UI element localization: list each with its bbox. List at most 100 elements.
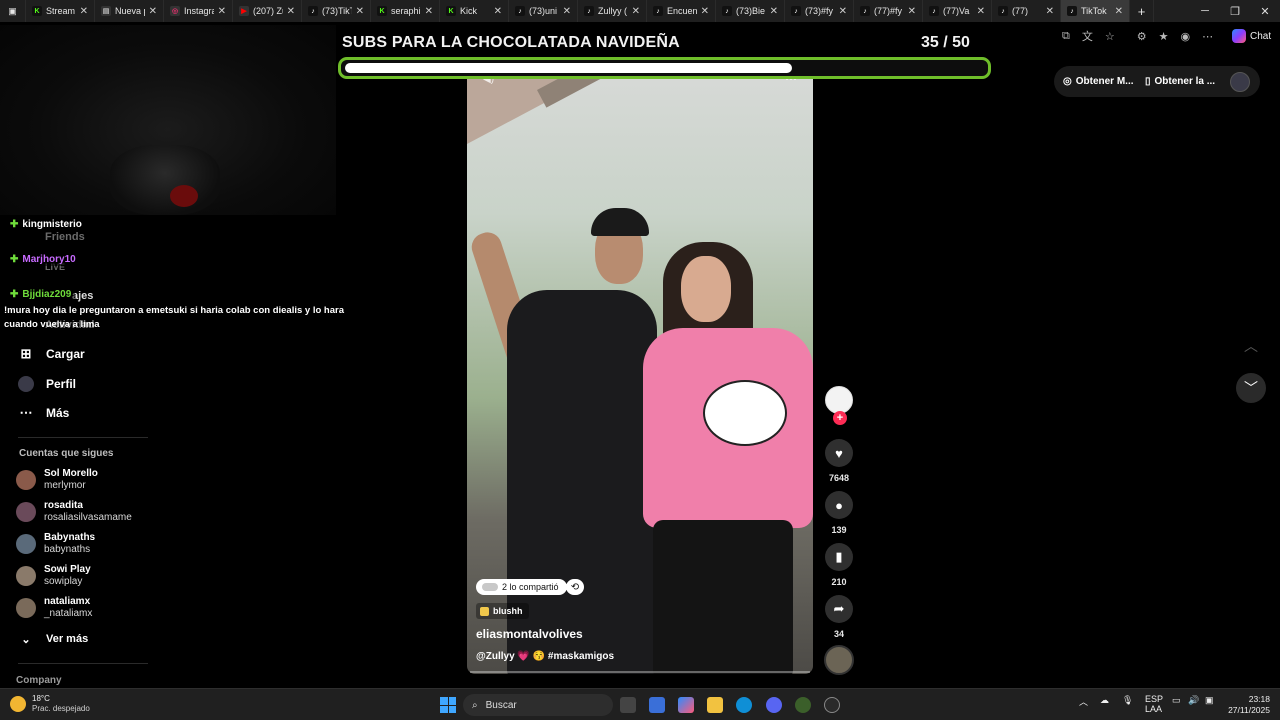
- like-button[interactable]: ♥: [825, 439, 853, 467]
- open-in-app-icon[interactable]: ⧉: [1062, 30, 1070, 43]
- extensions-icon[interactable]: ⚙: [1137, 30, 1147, 43]
- sidebar-item-messages[interactable]: ajes: [72, 290, 93, 302]
- restore-button[interactable]: ❐: [1220, 0, 1250, 22]
- sidebar-item-friends[interactable]: Friends: [45, 231, 85, 243]
- avatar: [16, 534, 36, 554]
- weather-sun-icon: [10, 696, 26, 712]
- mic-icon[interactable]: 🎙: [1122, 695, 1133, 706]
- sidebar-item-profile[interactable]: Perfil: [18, 376, 76, 392]
- music-disc-icon[interactable]: [824, 645, 854, 675]
- close-tab-icon[interactable]: ✕: [494, 6, 502, 17]
- close-window-button[interactable]: ✕: [1250, 0, 1280, 22]
- followed-account[interactable]: Babynaths babynaths: [16, 532, 95, 556]
- taskbar-search[interactable]: ⌕ Buscar: [463, 694, 613, 716]
- new-tab-button[interactable]: +: [1130, 0, 1154, 22]
- followed-account[interactable]: rosadita rosaliasilvasamame: [16, 500, 132, 524]
- browser-tab[interactable]: ♪ (77)#fy ✕: [854, 0, 923, 22]
- close-tab-icon[interactable]: ✕: [425, 6, 433, 17]
- taskbar-clock[interactable]: 23:18 27/11/2025: [1226, 694, 1270, 716]
- effect-tag[interactable]: blushh: [476, 603, 529, 619]
- followed-account[interactable]: Sowi Play sowiplay: [16, 564, 91, 588]
- windows-taskbar: 18°C Prac. despejado ⌕ Buscar ︿ ☁ 🎙 ESP …: [0, 688, 1280, 720]
- browser-tab[interactable]: ♪ Zullyy (✕: [578, 0, 647, 22]
- favorites-icon[interactable]: ★: [1159, 30, 1169, 43]
- browser-tab[interactable]: ▤ Nueva p ✕: [95, 0, 164, 22]
- close-tab-icon[interactable]: ✕: [977, 6, 985, 17]
- followed-account[interactable]: Sol Morello merlymor: [16, 468, 98, 492]
- tray-chevron-icon[interactable]: ︿: [1079, 695, 1088, 708]
- start-button[interactable]: [440, 697, 456, 713]
- browser-tab[interactable]: ♪ (73)uni ✕: [509, 0, 578, 22]
- follow-plus-icon[interactable]: +: [833, 411, 847, 425]
- sidebar-item-upload[interactable]: ⊞ Cargar: [18, 346, 85, 362]
- close-tab-icon[interactable]: ✕: [908, 6, 916, 17]
- browser-tab[interactable]: ▶ (207) Zu ✕: [233, 0, 302, 22]
- browser-tab[interactable]: ♪ Encuen ✕: [647, 0, 716, 22]
- minimize-button[interactable]: ─: [1190, 0, 1220, 22]
- network-icon[interactable]: ▭: [1172, 695, 1181, 706]
- close-tab-icon[interactable]: ✕: [701, 6, 709, 17]
- browser-tab[interactable]: K Kick ✕: [440, 0, 509, 22]
- browser-tab[interactable]: ♪ (73)Bie ✕: [716, 0, 785, 22]
- edge-icon[interactable]: [736, 697, 752, 713]
- close-tab-icon[interactable]: ✕: [632, 6, 640, 17]
- notification-icon[interactable]: ▣: [1205, 695, 1214, 706]
- favorite-star-icon[interactable]: ☆: [1105, 30, 1115, 43]
- volume-tray-icon[interactable]: 🔊: [1188, 695, 1199, 706]
- weather-widget[interactable]: 18°C Prac. despejado: [10, 694, 90, 714]
- previous-video-button[interactable]: ︿: [1236, 331, 1266, 361]
- video-hello-kitty-print: [703, 380, 787, 446]
- close-tab-icon[interactable]: ✕: [218, 6, 226, 17]
- browser-tab[interactable]: ◎ Instagra ✕: [164, 0, 233, 22]
- close-tab-icon[interactable]: ✕: [1115, 6, 1123, 17]
- next-video-button[interactable]: ﹀: [1236, 373, 1266, 403]
- close-tab-icon[interactable]: ✕: [839, 6, 847, 17]
- get-coins-button[interactable]: ◎ Obtener M...: [1063, 71, 1134, 91]
- browser-tab[interactable]: ♪ TikTok ✕: [1061, 0, 1130, 22]
- sub-badge-icon: ✚: [10, 219, 19, 230]
- app-icon[interactable]: [795, 697, 811, 713]
- close-tab-icon[interactable]: ✕: [80, 6, 88, 17]
- close-tab-icon[interactable]: ✕: [1046, 6, 1054, 17]
- share-button[interactable]: ➦: [825, 595, 853, 623]
- tab-actions-button[interactable]: ▣: [0, 0, 26, 22]
- browser-tab[interactable]: ♪ (77) ✕: [992, 0, 1061, 22]
- cloud-icon[interactable]: ☁: [1100, 695, 1109, 706]
- translate-icon[interactable]: 文: [1082, 28, 1093, 44]
- save-button[interactable]: ▮: [825, 543, 853, 571]
- file-explorer-icon[interactable]: [707, 697, 723, 713]
- menu-dots-icon[interactable]: ⋯: [1202, 30, 1213, 43]
- close-tab-icon[interactable]: ✕: [356, 6, 364, 17]
- browser-tab[interactable]: ♪ (73)TikT ✕: [302, 0, 371, 22]
- video-author[interactable]: eliasmontalvolives: [476, 627, 583, 641]
- creator-avatar[interactable]: [825, 386, 853, 414]
- language-indicator[interactable]: ESP LAA: [1145, 694, 1163, 714]
- store-icon[interactable]: [649, 697, 665, 713]
- comment-button[interactable]: ●: [825, 491, 853, 519]
- shared-by-pill[interactable]: 2 lo compartió: [476, 579, 567, 595]
- copilot-app-icon[interactable]: [678, 697, 694, 713]
- user-avatar[interactable]: [1230, 72, 1250, 92]
- profile-icon[interactable]: ◉: [1180, 30, 1190, 43]
- sidebar-item-more[interactable]: ⋯ Más: [18, 405, 70, 421]
- followed-account[interactable]: nataliamx _nataliamx: [16, 596, 92, 620]
- repost-icon[interactable]: ⟲: [566, 579, 584, 595]
- see-more-button[interactable]: ⌄ Ver más: [18, 631, 88, 647]
- task-view-icon[interactable]: [620, 697, 636, 713]
- get-app-button[interactable]: ▯ Obtener la ...: [1145, 71, 1215, 91]
- browser-tab[interactable]: ♪ (73)#fy ✕: [785, 0, 854, 22]
- close-tab-icon[interactable]: ✕: [770, 6, 778, 17]
- browser-tab[interactable]: K Stream ✕: [26, 0, 95, 22]
- copilot-chat-button[interactable]: Chat: [1232, 27, 1276, 45]
- discord-icon[interactable]: [766, 697, 782, 713]
- close-tab-icon[interactable]: ✕: [149, 6, 157, 17]
- obs-icon[interactable]: [824, 697, 840, 713]
- chat-message: ✚ Bjjdiaz209: [6, 288, 76, 301]
- browser-tab[interactable]: Kseraphi ✕: [371, 0, 440, 22]
- close-tab-icon[interactable]: ✕: [287, 6, 295, 17]
- chat-message: ✚ Marjhory10: [6, 253, 80, 266]
- video-progress-bar[interactable]: [470, 671, 810, 673]
- close-tab-icon[interactable]: ✕: [563, 6, 571, 17]
- video-caption[interactable]: @Zullyy 💗 😚 #maskamigos: [476, 651, 614, 662]
- browser-tab[interactable]: ♪ (77)Va ✕: [923, 0, 992, 22]
